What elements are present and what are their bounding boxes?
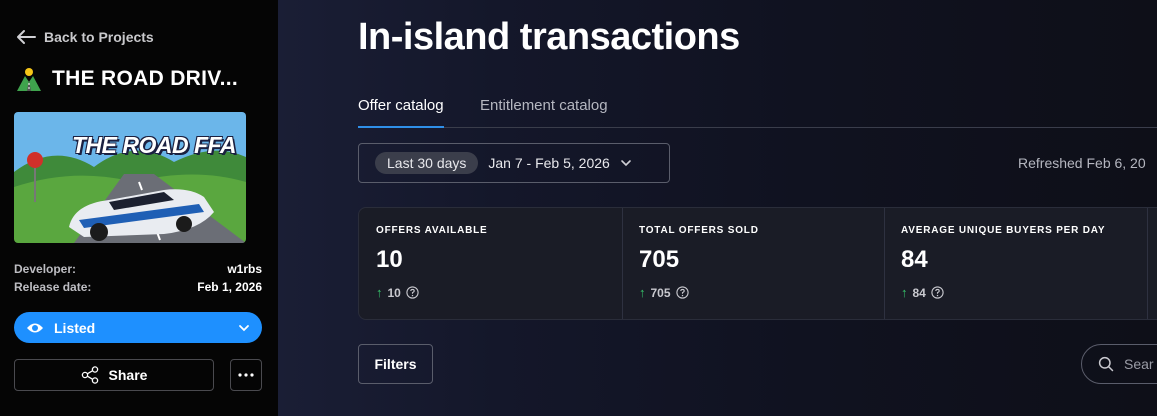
search-input[interactable]: Sear [1081,344,1157,384]
stat-label: TOTAL OFFERS SOLD [639,225,759,236]
share-label: Share [108,367,148,383]
catalog-tabs: Offer catalog Entitlement catalog [358,97,1157,128]
stat-offers-available: OFFERS AVAILABLE 10 ↑ 10 [359,208,623,319]
page-title: In-island transactions [358,16,740,58]
stat-value: 10 [376,246,403,273]
tab-offer-catalog[interactable]: Offer catalog [358,97,444,128]
sidebar: Back to Projects THE ROAD DRIV... THE RO… [0,0,278,416]
back-label: Back to Projects [44,29,154,45]
stat-delta-value: 705 [650,285,671,300]
date-range-picker[interactable]: Last 30 days Jan 7 - Feb 5, 2026 [358,143,670,183]
stat-label: AVERAGE UNIQUE BUYERS PER DAY [901,225,1106,236]
listing-status-label: Listed [54,319,96,336]
search-placeholder: Sear [1124,356,1154,372]
main-content: In-island transactions Offer catalog Ent… [278,0,1157,416]
stat-value: 84 [901,246,928,273]
listing-status-dropdown[interactable]: Listed [14,312,262,343]
stat-delta: ↑ 10 [376,285,419,300]
back-to-projects-link[interactable]: Back to Projects [16,29,154,45]
chevron-down-icon [621,160,631,167]
help-icon[interactable] [931,286,944,299]
refreshed-timestamp: Refreshed Feb 6, 20 [1018,155,1146,171]
project-thumbnail: THE ROAD FFA [14,112,246,243]
release-date-label: Release date: [14,280,92,294]
help-icon[interactable] [406,286,419,299]
eye-icon [27,323,43,332]
stat-average-unique-buyers: AVERAGE UNIQUE BUYERS PER DAY 84 ↑ 84 [884,208,1148,319]
project-title: THE ROAD DRIV... [16,66,238,92]
share-icon [81,366,98,384]
developer-label: Developer: [14,262,77,276]
thumbnail-title: THE ROAD FFA [72,132,236,158]
stat-delta-value: 84 [912,285,926,300]
more-dots-icon [238,373,254,377]
tab-entitlement-catalog[interactable]: Entitlement catalog [480,97,608,126]
arrow-up-icon: ↑ [376,285,383,300]
developer-value: w1rbs [227,262,262,276]
help-icon[interactable] [675,286,689,299]
stat-delta-value: 10 [387,285,401,300]
stat-label: OFFERS AVAILABLE [376,225,488,236]
arrow-up-icon: ↑ [639,285,646,300]
road-mountain-icon [17,68,41,91]
stat-value: 705 [639,246,680,273]
date-preset-pill: Last 30 days [375,152,479,174]
date-range-text: Jan 7 - Feb 5, 2026 [488,155,610,171]
developer-row: Developer: w1rbs [14,262,262,276]
release-date-row: Release date: Feb 1, 2026 [14,280,262,294]
arrow-up-icon: ↑ [901,285,908,300]
stat-delta: ↑ 84 [901,285,944,300]
search-icon [1098,356,1114,372]
filters-button[interactable]: Filters [358,344,433,384]
more-options-button[interactable] [230,359,262,391]
share-button[interactable]: Share [14,359,214,391]
stat-total-offers-sold: TOTAL OFFERS SOLD 705 ↑ 705 [622,208,885,319]
stats-panel: OFFERS AVAILABLE 10 ↑ 10 TOTAL OFFERS SO… [358,207,1157,320]
release-date-value: Feb 1, 2026 [197,280,262,294]
stat-delta: ↑ 705 [639,285,689,300]
arrow-left-icon [17,30,36,44]
project-title-text: THE ROAD DRIV... [52,67,239,90]
chevron-down-icon [239,324,249,331]
